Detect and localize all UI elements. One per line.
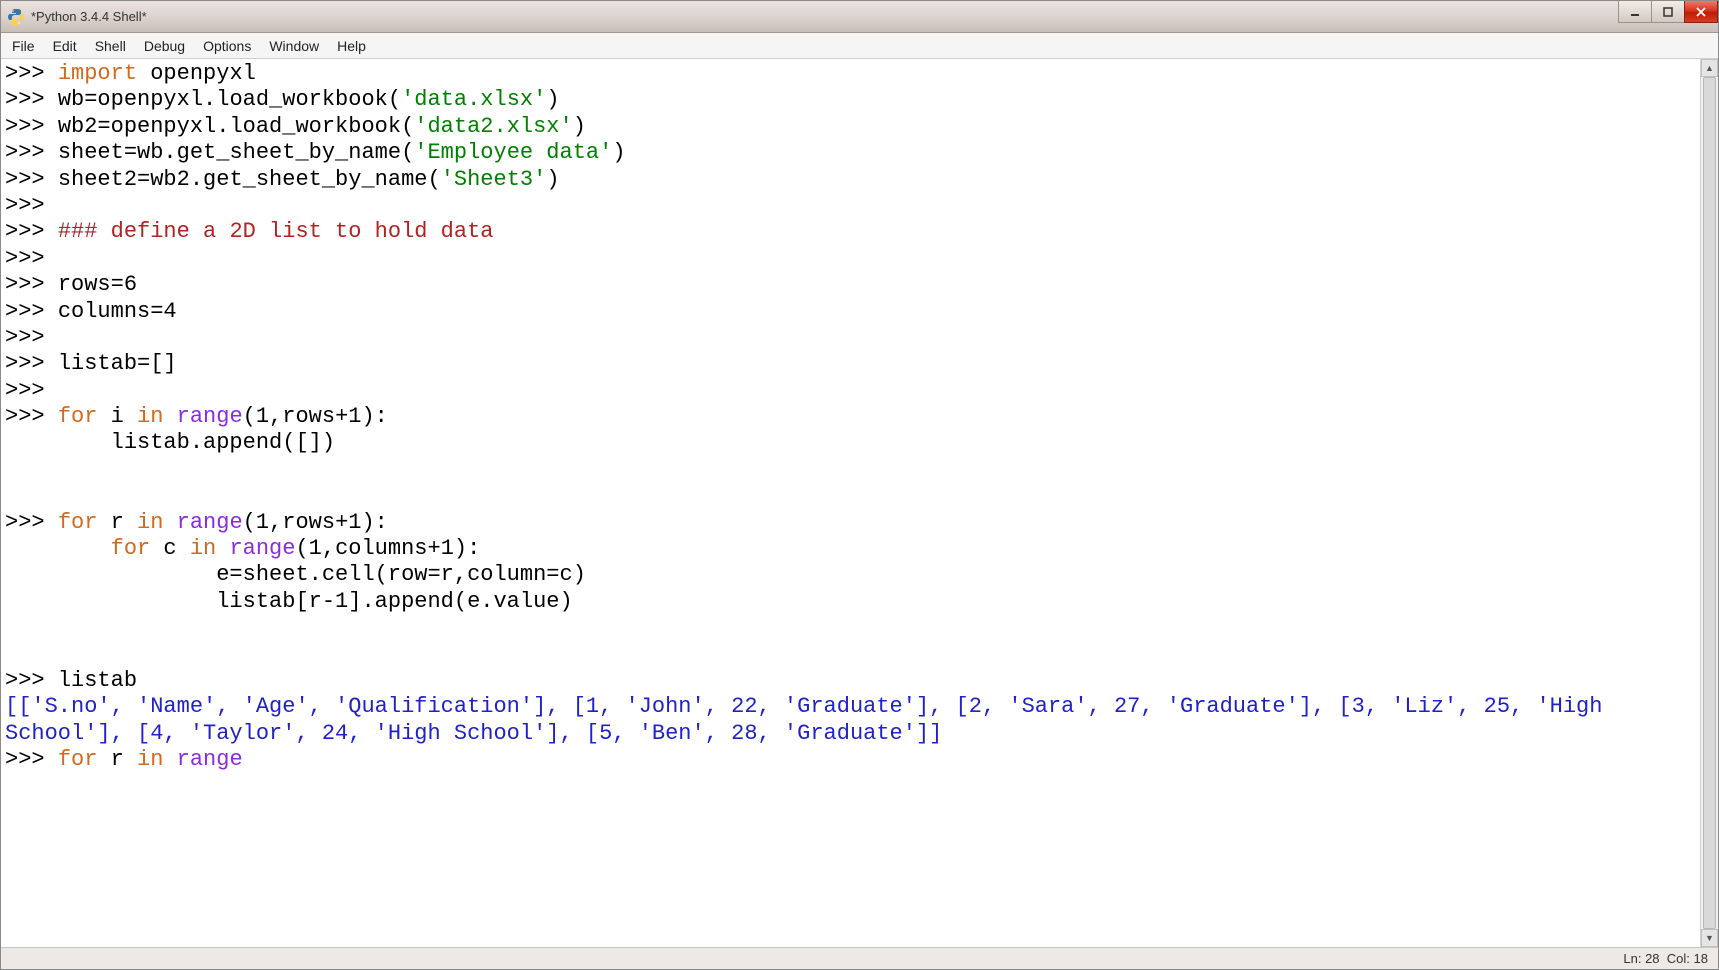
prompt: >>> — [5, 378, 58, 403]
code-text: ) — [546, 167, 559, 192]
kw-for: for — [111, 536, 151, 561]
string-literal: 'data2.xlsx' — [414, 114, 572, 139]
status-col-label: Col: — [1667, 951, 1690, 966]
prompt: >>> — [5, 246, 58, 271]
close-button[interactable] — [1684, 1, 1718, 23]
code-text: columns=4 — [58, 299, 177, 324]
string-literal: 'Sheet3' — [441, 167, 547, 192]
code-text: listab[r-1].append(e.value) — [5, 589, 573, 614]
code-text: rows=6 — [58, 272, 137, 297]
code-text: (1,rows+1): — [243, 404, 388, 429]
kw-in: in — [137, 404, 163, 429]
code-text: sheet=wb.get_sheet_by_name( — [58, 140, 414, 165]
prompt: >>> — [5, 114, 58, 139]
kw-in: in — [137, 747, 163, 772]
code-text: (1,rows+1): — [243, 510, 388, 535]
code-text — [216, 536, 229, 561]
prompt: >>> — [5, 219, 58, 244]
prompt: >>> — [5, 272, 58, 297]
comment: ### define a 2D list to hold data — [58, 219, 494, 244]
code-text — [163, 747, 176, 772]
kw-for: for — [58, 747, 98, 772]
string-literal: 'Employee data' — [414, 140, 612, 165]
kw-in: in — [137, 510, 163, 535]
code-text: ) — [573, 114, 586, 139]
fn-range: range — [177, 404, 243, 429]
menu-debug[interactable]: Debug — [135, 35, 194, 57]
code-text: e=sheet.cell(row=r,column=c) — [5, 562, 586, 587]
python-idle-icon — [7, 8, 25, 26]
maximize-button[interactable] — [1651, 1, 1685, 23]
code-text: ) — [546, 87, 559, 112]
fn-range: range — [177, 510, 243, 535]
prompt: >>> — [5, 510, 58, 535]
window-title: *Python 3.4.4 Shell* — [31, 9, 147, 24]
fn-range: range — [177, 747, 243, 772]
fn-range: range — [229, 536, 295, 561]
prompt: >>> — [5, 325, 58, 350]
kw-import: import — [58, 61, 137, 86]
string-literal: 'data.xlsx' — [401, 87, 546, 112]
shell-text-area[interactable]: >>> import openpyxl >>> wb=openpyxl.load… — [1, 59, 1700, 947]
code-text — [163, 404, 176, 429]
prompt: >>> — [5, 747, 58, 772]
code-text: wb2=openpyxl.load_workbook( — [58, 114, 414, 139]
app-window: *Python 3.4.4 Shell* File Edit Shell Deb… — [0, 0, 1719, 970]
code-text: (1,columns+1): — [295, 536, 480, 561]
scroll-thumb[interactable] — [1703, 77, 1716, 929]
code-text: openpyxl — [137, 61, 256, 86]
kw-for: for — [58, 510, 98, 535]
repl-output: [['S.no', 'Name', 'Age', 'Qualification'… — [5, 694, 1616, 745]
prompt: >>> — [5, 87, 58, 112]
window-controls — [1619, 1, 1718, 23]
code-text: i — [97, 404, 137, 429]
titlebar[interactable]: *Python 3.4.4 Shell* — [1, 1, 1718, 33]
status-line-value: 28 — [1645, 951, 1659, 966]
prompt: >>> — [5, 61, 58, 86]
prompt: >>> — [5, 299, 58, 324]
code-text: wb=openpyxl.load_workbook( — [58, 87, 401, 112]
prompt: >>> — [5, 351, 58, 376]
menu-shell[interactable]: Shell — [86, 35, 135, 57]
code-text: r — [97, 747, 137, 772]
menu-help[interactable]: Help — [328, 35, 375, 57]
menu-window[interactable]: Window — [260, 35, 328, 57]
prompt: >>> — [5, 668, 58, 693]
code-text: c — [150, 536, 190, 561]
status-line-label: Ln: — [1623, 951, 1641, 966]
code-text — [5, 536, 111, 561]
prompt: >>> — [5, 404, 58, 429]
code-text: ) — [612, 140, 625, 165]
prompt: >>> — [5, 167, 58, 192]
code-text: listab.append([]) — [5, 430, 335, 455]
menu-options[interactable]: Options — [194, 35, 260, 57]
code-text — [163, 510, 176, 535]
code-text: r — [97, 510, 137, 535]
vertical-scrollbar[interactable]: ▲ ▼ — [1700, 59, 1718, 947]
kw-in: in — [190, 536, 216, 561]
code-text: listab=[] — [58, 351, 177, 376]
minimize-button[interactable] — [1618, 1, 1652, 23]
code-text: listab — [58, 668, 137, 693]
menu-file[interactable]: File — [3, 35, 44, 57]
status-col-value: 18 — [1694, 951, 1708, 966]
scroll-up-icon[interactable]: ▲ — [1701, 59, 1718, 77]
prompt: >>> — [5, 140, 58, 165]
statusbar: Ln: 28 Col: 18 — [1, 947, 1718, 969]
prompt: >>> — [5, 193, 58, 218]
content-wrap: >>> import openpyxl >>> wb=openpyxl.load… — [1, 59, 1718, 947]
menu-edit[interactable]: Edit — [44, 35, 86, 57]
kw-for: for — [58, 404, 98, 429]
scroll-down-icon[interactable]: ▼ — [1701, 929, 1718, 947]
menubar: File Edit Shell Debug Options Window Hel… — [1, 33, 1718, 59]
code-text: sheet2=wb2.get_sheet_by_name( — [58, 167, 441, 192]
